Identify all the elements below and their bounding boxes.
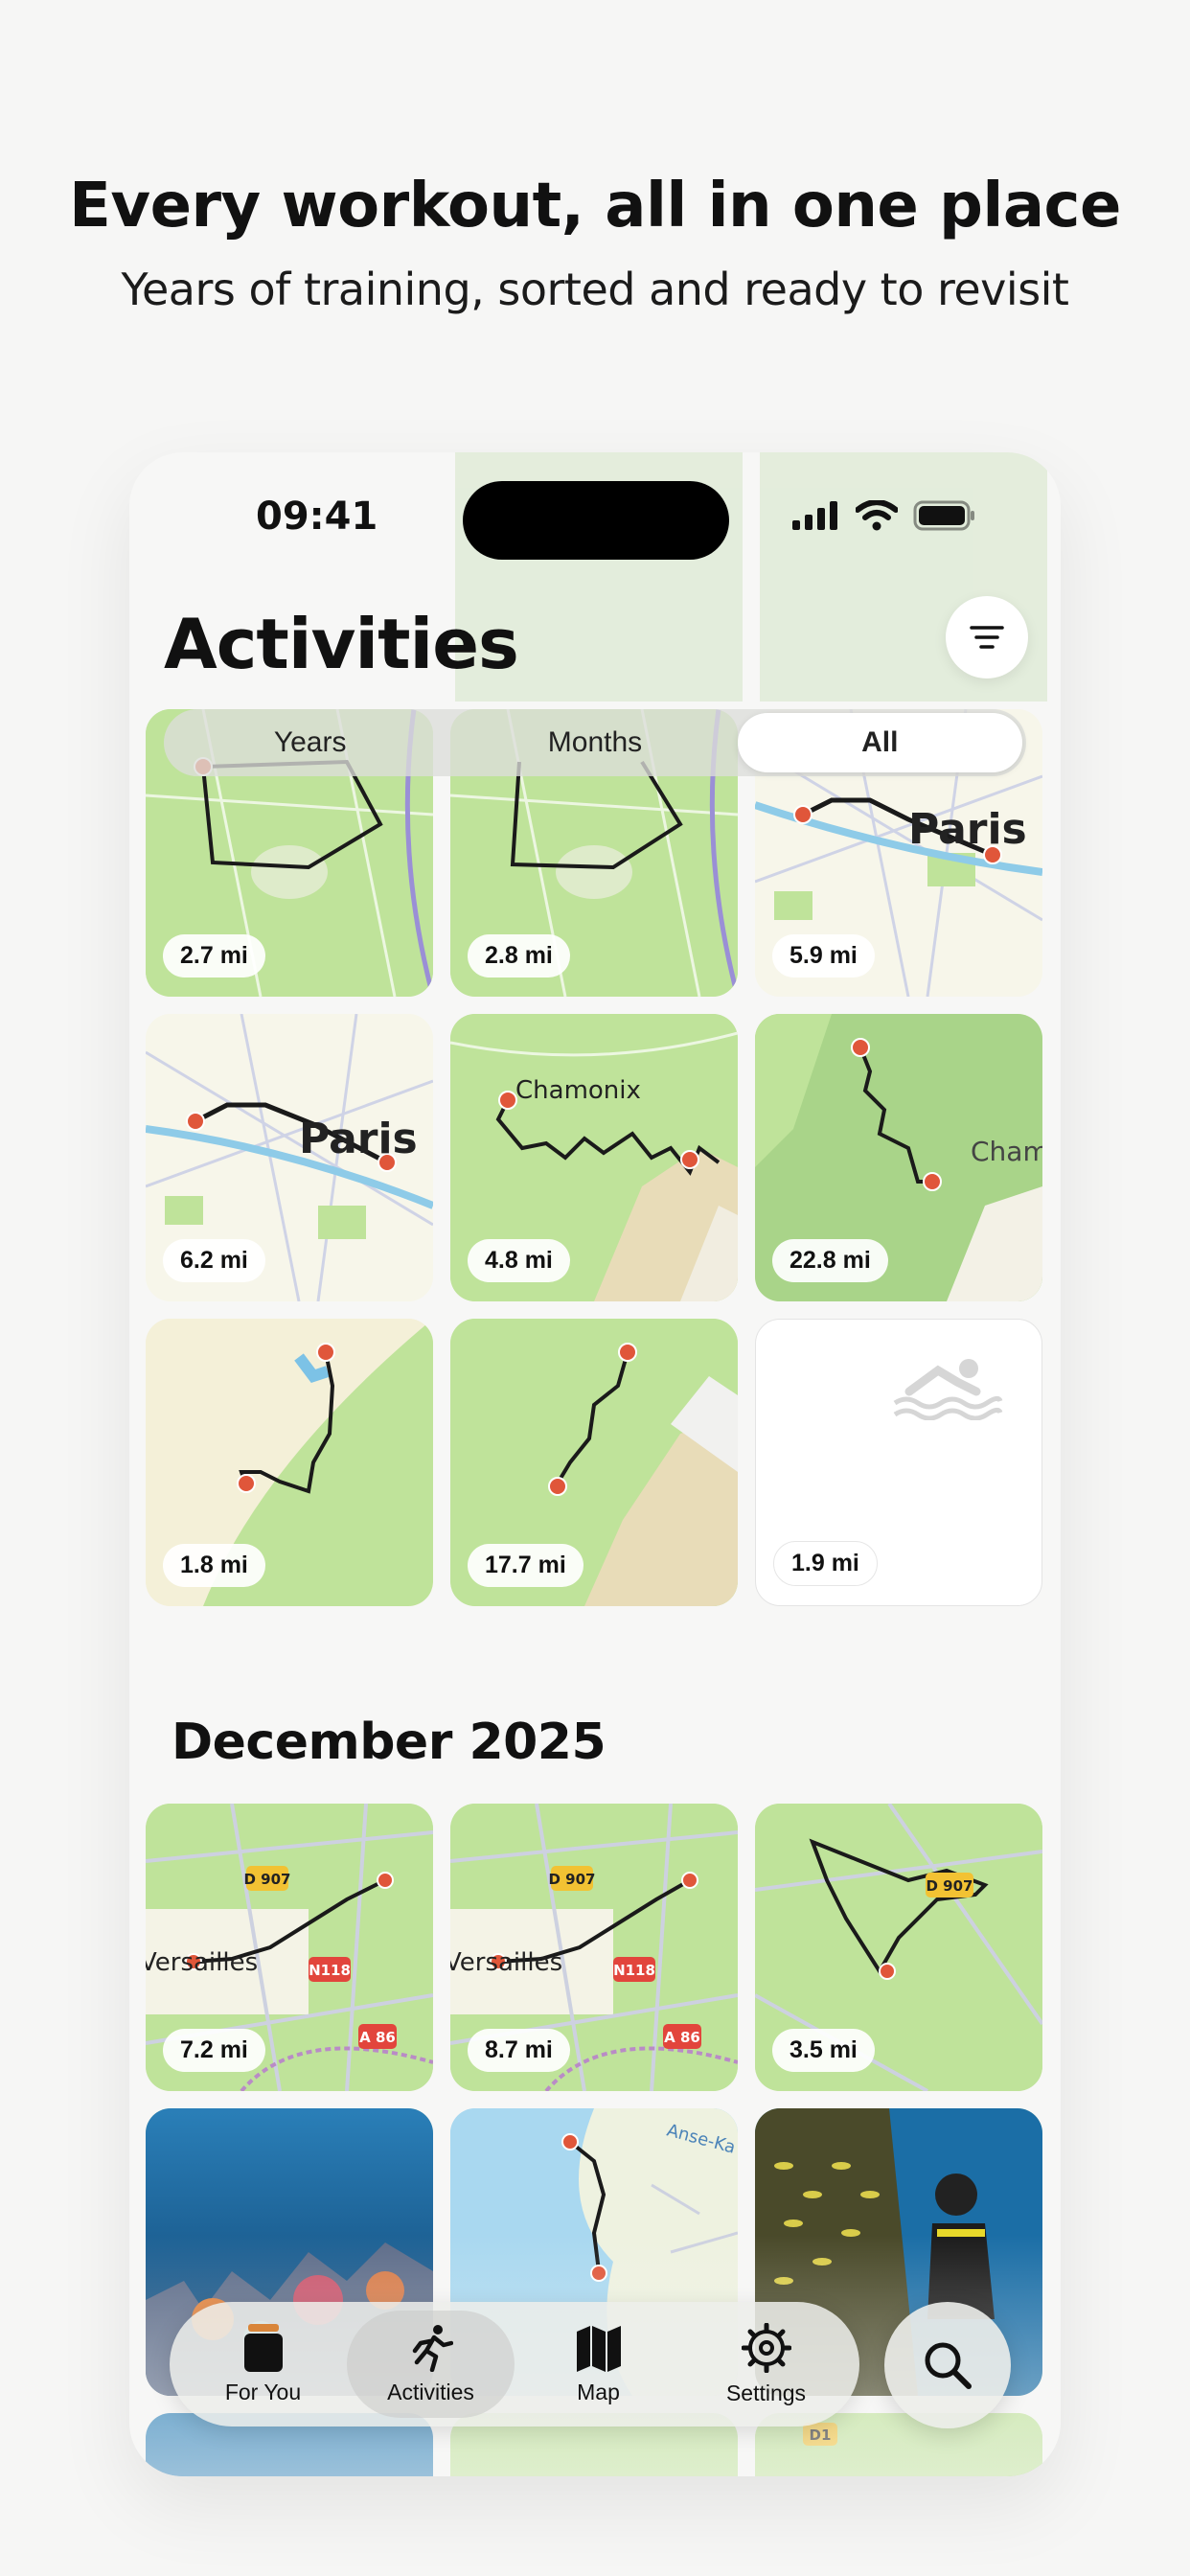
tab-label: Map bbox=[577, 2379, 620, 2404]
distance-badge: 3.5 mi bbox=[772, 2029, 875, 2072]
svg-text:D 907: D 907 bbox=[927, 1877, 973, 1895]
section-title: December 2025 bbox=[172, 1714, 606, 1771]
activity-tile[interactable]: D 907 3.5 mi bbox=[755, 1804, 1042, 2091]
distance-badge: 2.7 mi bbox=[163, 934, 265, 978]
svg-text:D 907: D 907 bbox=[244, 1871, 291, 1888]
gear-icon bbox=[741, 2322, 791, 2373]
filter-icon bbox=[970, 626, 1004, 649]
segment-months[interactable]: Months bbox=[452, 713, 737, 772]
activity-tile[interactable]: D 907 N118 A 86 Versailles 7.2 mi bbox=[146, 1804, 433, 2091]
svg-text:N118: N118 bbox=[613, 1962, 655, 1979]
activity-tile[interactable]: Cham 22.8 mi bbox=[755, 1014, 1042, 1301]
segment-years[interactable]: Years bbox=[168, 713, 452, 772]
tab-label: For You bbox=[224, 2379, 302, 2404]
map-label: Chamonix bbox=[515, 1076, 641, 1105]
distance-badge: 8.7 mi bbox=[468, 2029, 570, 2072]
tab-settings[interactable]: Settings bbox=[682, 2311, 850, 2418]
svg-text:A 86: A 86 bbox=[664, 2029, 700, 2046]
battery-icon bbox=[913, 500, 974, 531]
signal-icon bbox=[792, 501, 837, 530]
dynamic-island bbox=[463, 481, 729, 560]
distance-badge: 2.8 mi bbox=[468, 934, 570, 978]
filter-button[interactable] bbox=[946, 596, 1028, 678]
segment-all[interactable]: All bbox=[737, 713, 1022, 772]
tab-label: Activities bbox=[387, 2379, 474, 2404]
tab-activities[interactable]: Activities bbox=[347, 2311, 515, 2418]
tab-map[interactable]: Map bbox=[515, 2311, 682, 2418]
map-icon bbox=[576, 2325, 621, 2372]
distance-badge: 6.2 mi bbox=[163, 1239, 265, 1282]
activity-tile[interactable]: 17.7 mi bbox=[450, 1319, 738, 1606]
map-label: Paris bbox=[908, 805, 1027, 854]
activity-tile[interactable]: 1.8 mi bbox=[146, 1319, 433, 1606]
svg-text:N118: N118 bbox=[309, 1962, 351, 1979]
distance-badge: 17.7 mi bbox=[468, 1544, 584, 1587]
search-button[interactable] bbox=[884, 2302, 1011, 2428]
map-label: Paris bbox=[299, 1115, 418, 1163]
svg-text:Versailles: Versailles bbox=[450, 1948, 562, 1977]
time-range-segmented-control: Years Months All bbox=[164, 709, 1026, 776]
svg-text:A 86: A 86 bbox=[359, 2029, 396, 2046]
distance-badge: 22.8 mi bbox=[772, 1239, 888, 1282]
swimming-icon bbox=[893, 1359, 1003, 1420]
svg-text:D1: D1 bbox=[810, 2426, 832, 2444]
wifi-icon bbox=[856, 500, 898, 531]
map-label: Cham bbox=[971, 1136, 1042, 1167]
jar-icon bbox=[243, 2323, 283, 2372]
tab-label: Settings bbox=[725, 2380, 807, 2405]
activity-tile[interactable]: D 907 N118 A 86 Versailles 8.7 mi bbox=[450, 1804, 738, 2091]
status-time: 09:41 bbox=[256, 494, 378, 539]
tab-bar: For You Activities Map Settings bbox=[170, 2302, 859, 2426]
activity-tile-swim[interactable]: 1.9 mi bbox=[755, 1319, 1042, 1606]
activities-grid: 2.7 mi 2.8 mi Paris 5.9 mi Paris 6.2 mi … bbox=[146, 709, 1044, 1606]
promo-subline: Years of training, sorted and ready to r… bbox=[121, 264, 1069, 315]
distance-badge: 4.8 mi bbox=[468, 1239, 570, 1282]
distance-badge: 5.9 mi bbox=[772, 934, 875, 978]
svg-text:Versailles: Versailles bbox=[146, 1948, 258, 1977]
status-icons bbox=[792, 500, 976, 531]
distance-badge: 1.8 mi bbox=[163, 1544, 265, 1587]
search-icon bbox=[925, 2342, 972, 2389]
running-icon bbox=[412, 2324, 453, 2372]
activity-tile[interactable]: Paris 6.2 mi bbox=[146, 1014, 433, 1301]
distance-badge: 1.9 mi bbox=[773, 1541, 878, 1586]
promo-headline: Every workout, all in one place bbox=[69, 171, 1121, 242]
svg-text:D 907: D 907 bbox=[549, 1871, 596, 1888]
phone-frame: 09:41 Activities Years Months All 2.7 mi… bbox=[129, 452, 1061, 2476]
page-title: Activities bbox=[164, 604, 519, 684]
distance-badge: 7.2 mi bbox=[163, 2029, 265, 2072]
tab-for-you[interactable]: For You bbox=[179, 2311, 347, 2418]
activity-tile[interactable]: Chamonix 4.8 mi bbox=[450, 1014, 738, 1301]
